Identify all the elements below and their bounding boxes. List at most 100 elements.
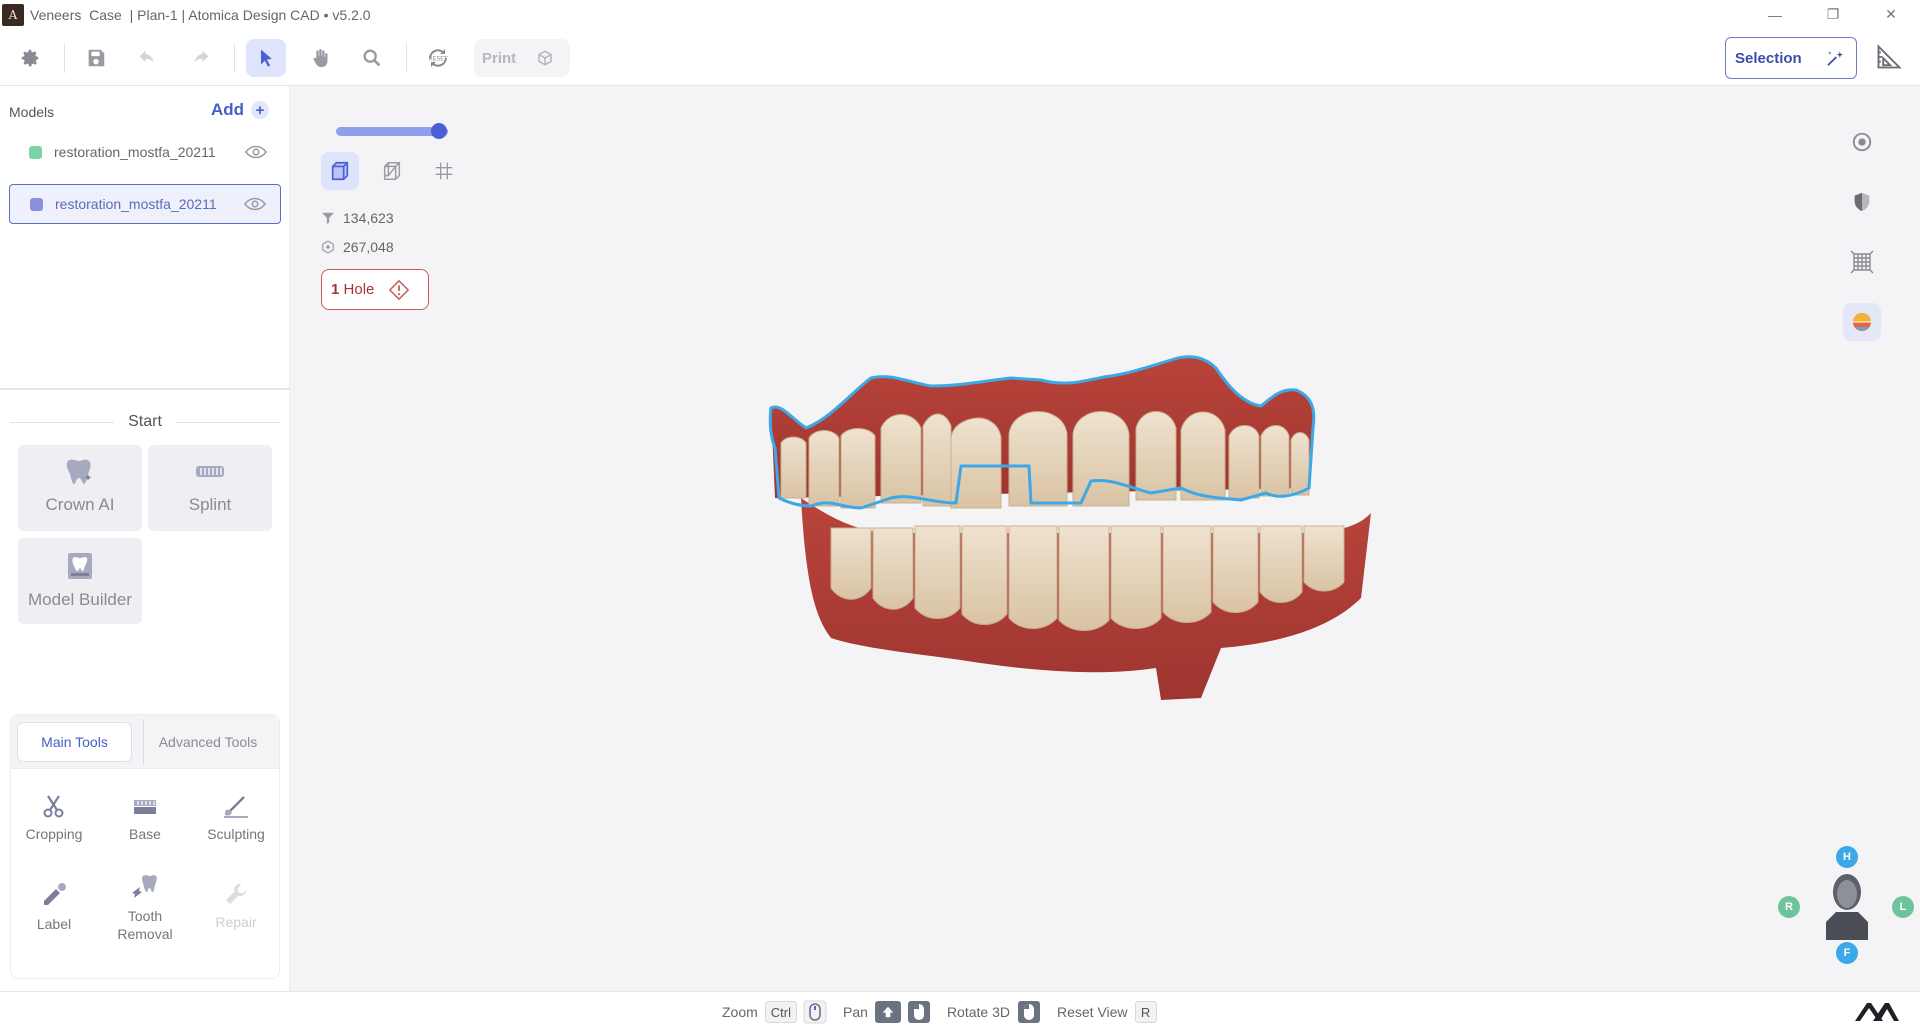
triangle-count: 134,623 — [321, 210, 394, 226]
tools-panel: Main Tools Advanced Tools Cropping Base … — [10, 714, 280, 979]
grid-icon — [435, 162, 453, 180]
sculpt-brush-icon — [224, 796, 248, 818]
orient-front-button[interactable]: F — [1836, 942, 1858, 964]
eye-icon[interactable] — [245, 145, 267, 159]
zoom-hint-label: Zoom — [722, 1004, 758, 1020]
reset-view-button[interactable]: RESET — [418, 39, 458, 77]
print-button[interactable]: Print — [474, 39, 570, 77]
hole-warning-button[interactable]: 1 Hole — [321, 269, 429, 310]
mesh-grid-icon — [1850, 250, 1874, 274]
selection-mode-button[interactable]: Selection — [1725, 37, 1857, 79]
magnifier-icon — [363, 49, 381, 67]
close-button[interactable]: ✕ — [1862, 0, 1920, 29]
color-sphere-icon — [1853, 313, 1871, 331]
base-tool[interactable]: Base — [102, 793, 188, 843]
title-bar: A Veneers Case | Plan-1 | Atomica Design… — [0, 0, 1920, 29]
base-label: Base — [129, 826, 161, 842]
panel-divider — [0, 388, 290, 390]
grid-view-button[interactable] — [425, 152, 463, 190]
mouse-scroll-icon — [803, 1000, 827, 1024]
gear-icon — [21, 49, 39, 67]
tools-tabs: Main Tools Advanced Tools — [11, 715, 279, 769]
solid-cube-icon — [331, 161, 349, 181]
atomica-logo-icon — [1855, 1003, 1899, 1021]
start-label: Start — [128, 413, 162, 430]
start-section-header: Start — [10, 412, 281, 432]
cropping-tool[interactable]: Cropping — [11, 793, 97, 843]
model-builder-icon — [68, 553, 92, 579]
model-item-1[interactable]: restoration_mostfa_20211 — [9, 132, 281, 172]
settings-button[interactable] — [10, 39, 50, 77]
orientation-widget[interactable]: H R L F — [1778, 846, 1918, 966]
undo-button[interactable] — [128, 39, 168, 77]
pan-hint-label: Pan — [843, 1004, 868, 1020]
model-item-2[interactable]: restoration_mostfa_20211 — [9, 184, 281, 224]
pan-tool-button[interactable] — [300, 39, 340, 77]
crown-ai-button[interactable]: Crown AI — [18, 445, 142, 531]
solid-view-button[interactable] — [321, 152, 359, 190]
3d-viewport[interactable]: 134,623 267,048 1 Hole H R L F — [291, 86, 1920, 991]
tooth-removal-tool[interactable]: Tooth Removal — [102, 873, 188, 943]
hole-text: 1 Hole — [331, 281, 374, 298]
model-builder-label: Model Builder — [28, 590, 132, 609]
splint-button[interactable]: Splint — [148, 445, 272, 531]
model-name: restoration_mostfa_20211 — [54, 144, 216, 160]
mesh-grid-button[interactable] — [1843, 243, 1881, 281]
zoom-tool-button[interactable] — [352, 39, 392, 77]
scissors-icon — [43, 795, 64, 818]
cropping-label: Cropping — [25, 826, 83, 842]
models-header: Models — [9, 104, 55, 120]
mouse-left-icon — [907, 1001, 930, 1023]
head-bust-icon — [1826, 874, 1868, 940]
orient-top-button[interactable]: H — [1836, 846, 1858, 868]
window-title: Veneers Case | Plan-1 | Atomica Design C… — [30, 6, 371, 23]
vertex-count-value: 267,048 — [343, 239, 394, 255]
wireframe-cube-icon — [383, 162, 401, 180]
shield-view-button[interactable] — [1843, 183, 1881, 221]
dental-scan-model[interactable] — [761, 348, 1441, 728]
repair-tool[interactable]: Repair — [193, 881, 279, 931]
sculpting-label: Sculpting — [207, 826, 265, 842]
save-button[interactable] — [76, 39, 116, 77]
wireframe-view-button[interactable] — [373, 152, 411, 190]
minimize-button[interactable]: — — [1746, 0, 1804, 29]
measure-button[interactable] — [1875, 43, 1903, 76]
color-texture-button[interactable] — [1843, 303, 1881, 341]
tooth-removal-icon — [132, 875, 157, 898]
warning-diamond-icon — [389, 279, 410, 300]
reset-rotate-icon: RESET — [428, 49, 448, 67]
model-name: restoration_mostfa_20211 — [55, 196, 217, 212]
tooth-sparkle-icon — [66, 459, 92, 484]
model-color-swatch — [29, 145, 42, 159]
shield-icon — [1854, 192, 1870, 212]
label-tool[interactable]: Label — [11, 881, 97, 933]
label-pen-icon — [44, 883, 66, 905]
mouse-button-icon — [1017, 1001, 1040, 1023]
hole-count: 1 — [331, 281, 340, 298]
orient-left-button[interactable]: L — [1892, 896, 1914, 918]
hole-label: Hole — [343, 281, 375, 298]
cube-icon — [538, 50, 552, 66]
restore-button[interactable]: ❐ — [1804, 0, 1862, 29]
tab-advanced-tools[interactable]: Advanced Tools — [141, 722, 275, 762]
ruler-triangle-icon — [1877, 44, 1902, 69]
add-model-button[interactable]: Add + — [211, 100, 270, 120]
shift-key-icon — [874, 1001, 901, 1023]
eye-icon[interactable] — [244, 197, 266, 211]
plus-icon: + — [251, 101, 270, 119]
cursor-arrow-icon — [261, 49, 272, 67]
model-builder-button[interactable]: Model Builder — [18, 538, 142, 624]
redo-button[interactable] — [180, 39, 220, 77]
orient-right-button[interactable]: R — [1778, 896, 1800, 918]
opacity-slider-handle[interactable] — [431, 123, 448, 139]
model-color-swatch — [30, 197, 43, 211]
select-tool-button[interactable] — [246, 39, 286, 77]
keyboard-hints: Zoom Ctrl Pan Rotate 3D Reset View R — [722, 1000, 1163, 1024]
selection-label: Selection — [1735, 49, 1802, 67]
tab-main-tools[interactable]: Main Tools — [17, 722, 132, 762]
target-button[interactable] — [1843, 123, 1881, 161]
app-logo-icon: A — [2, 3, 24, 26]
hand-icon — [313, 49, 328, 68]
add-label: Add — [211, 100, 245, 119]
sculpting-tool[interactable]: Sculpting — [193, 793, 279, 843]
